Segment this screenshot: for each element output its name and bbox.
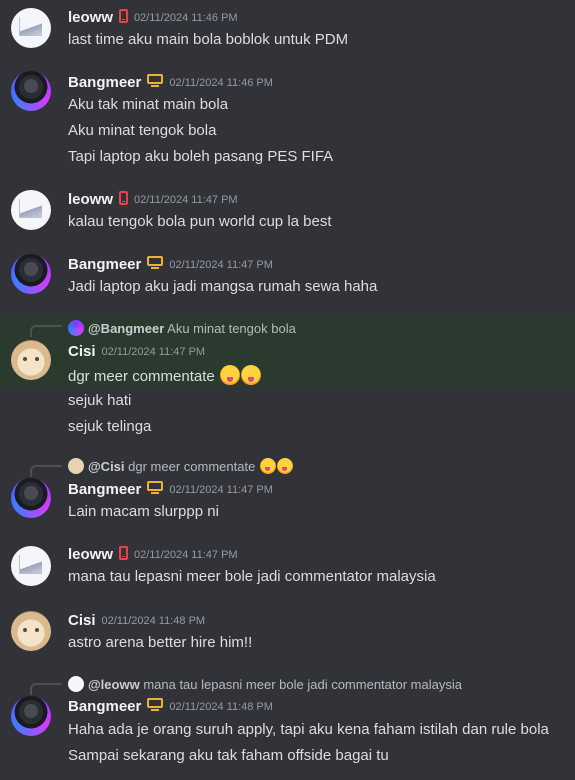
phone-icon	[119, 191, 129, 206]
avatar[interactable]	[11, 190, 51, 230]
message-group: leoww 02/11/2024 11:47 PM kalau tengok bo…	[0, 183, 575, 239]
timestamp: 02/11/2024 11:47 PM	[134, 194, 238, 207]
timestamp: 02/11/2024 11:48 PM	[101, 615, 206, 628]
reply-spine	[30, 325, 62, 337]
message-text: mana tau lepasni meer bole jadi commenta…	[68, 568, 436, 585]
avatar[interactable]	[11, 611, 51, 651]
message-text: Tapi laptop aku boleh pasang PES FIFA	[68, 148, 334, 165]
author-name[interactable]: Cisi 02/11/2024 11:48 PM	[68, 612, 205, 629]
message-group: Bangmeer 02/11/2024 11:46 PM Aku tak mina…	[0, 66, 575, 176]
avatar[interactable]	[11, 254, 51, 294]
monitor-icon	[147, 74, 164, 88]
monitor-icon	[147, 256, 164, 270]
message-group: @Cisi dgr meer commentate Bangmeer 02/11/…	[0, 455, 575, 535]
author-name[interactable]: Cisi 02/11/2024 11:47 PM	[68, 343, 205, 360]
message-text: sejuk hati	[68, 392, 132, 409]
avatar[interactable]	[11, 8, 51, 48]
message-text: Sampai sekarang aku tak faham offside ba…	[68, 747, 389, 764]
author-label[interactable]: Bangmeer	[68, 698, 141, 715]
author-label[interactable]: leoww	[68, 191, 113, 208]
avatar[interactable]	[11, 340, 51, 380]
avatar[interactable]	[11, 71, 51, 111]
yum-emoji[interactable]	[219, 365, 240, 385]
reply-avatar	[68, 458, 84, 474]
message-text: dgr meer commentate	[68, 365, 261, 385]
reply-text[interactable]: mana tau lepasni meer bole jadi commenta…	[143, 677, 462, 692]
reply-text[interactable]: dgr meer commentate	[128, 459, 255, 474]
author-name[interactable]: leoww 02/11/2024 11:47 PM	[68, 546, 238, 563]
avatar[interactable]	[11, 546, 51, 586]
message-text: last time aku main bola boblok untuk PDM	[68, 31, 349, 48]
monitor-icon	[147, 481, 164, 495]
message-text: Jadi laptop aku jadi mangsa rumah sewa h…	[68, 278, 378, 295]
yum-emoji[interactable]	[240, 365, 261, 385]
author-label[interactable]: Bangmeer	[68, 256, 141, 273]
reply-author[interactable]: @leoww	[88, 677, 140, 692]
timestamp: 02/11/2024 11:47 PM	[169, 259, 273, 272]
reply-spine	[30, 465, 62, 477]
reply-avatar	[68, 676, 84, 692]
message-text: kalau tengok bola pun world cup la best	[68, 213, 332, 230]
author-name[interactable]: Bangmeer 02/11/2024 11:47 PM	[68, 481, 273, 498]
avatar[interactable]	[11, 696, 51, 736]
author-name[interactable]: Bangmeer 02/11/2024 11:46 PM	[68, 74, 273, 91]
reply-preview[interactable]: @Bangmeer Aku minat tengok bola	[68, 320, 296, 336]
message-text: Aku tak minat main bola	[68, 96, 229, 113]
phone-icon	[119, 546, 129, 561]
yum-emoji[interactable]	[259, 458, 276, 474]
author-label[interactable]: leoww	[68, 9, 113, 26]
message-group: leoww 02/11/2024 11:46 PM last time aku m…	[0, 0, 575, 60]
author-name[interactable]: Bangmeer 02/11/2024 11:47 PM	[68, 256, 273, 273]
timestamp: 02/11/2024 11:46 PM	[134, 12, 238, 25]
reply-preview[interactable]: @Cisi dgr meer commentate	[68, 458, 293, 474]
author-name[interactable]: Bangmeer 02/11/2024 11:48 PM	[68, 698, 273, 715]
monitor-icon	[147, 698, 164, 712]
timestamp: 02/11/2024 11:48 PM	[169, 701, 273, 714]
reply-spine	[30, 683, 62, 695]
author-label[interactable]: Cisi	[68, 612, 96, 629]
timestamp: 02/11/2024 11:47 PM	[134, 549, 238, 562]
timestamp: 02/11/2024 11:46 PM	[169, 77, 273, 90]
message-text-content: dgr meer commentate	[68, 368, 215, 385]
message-text: Lain macam slurppp ni	[68, 503, 219, 520]
timestamp: 02/11/2024 11:47 PM	[169, 484, 273, 497]
phone-icon	[119, 9, 129, 24]
message-group: Cisi 02/11/2024 11:48 PM astro arena bett…	[0, 606, 575, 662]
author-label[interactable]: Bangmeer	[68, 74, 141, 91]
message-group: Bangmeer 02/11/2024 11:47 PM Jadi laptop …	[0, 248, 575, 304]
message-text: Haha ada je orang suruh apply, tapi aku …	[68, 721, 549, 738]
reply-text[interactable]: Aku minat tengok bola	[167, 321, 296, 336]
yum-emoji[interactable]	[276, 458, 293, 474]
author-name[interactable]: leoww 02/11/2024 11:47 PM	[68, 191, 238, 208]
author-label[interactable]: leoww	[68, 546, 113, 563]
reply-author[interactable]: @Bangmeer	[88, 321, 164, 336]
message-text: sejuk telinga	[68, 418, 152, 435]
reply-preview[interactable]: @leoww mana tau lepasni meer bole jadi c…	[68, 676, 462, 692]
timestamp: 02/11/2024 11:47 PM	[101, 346, 206, 359]
message-group: @leoww mana tau lepasni meer bole jadi c…	[0, 673, 575, 780]
reply-author[interactable]: @Cisi	[88, 459, 125, 474]
author-label[interactable]: Bangmeer	[68, 481, 141, 498]
author-name[interactable]: leoww 02/11/2024 11:46 PM	[68, 9, 238, 26]
reply-avatar	[68, 320, 84, 336]
message-group: leoww 02/11/2024 11:47 PM mana tau lepasn…	[0, 540, 575, 596]
message-text: Aku minat tengok bola	[68, 122, 217, 139]
message-text: astro arena better hire him!!	[68, 634, 253, 651]
avatar[interactable]	[11, 478, 51, 518]
message-group: @Bangmeer Aku minat tengok bola Cisi 02/1…	[0, 315, 575, 440]
author-label[interactable]: Cisi	[68, 343, 96, 360]
